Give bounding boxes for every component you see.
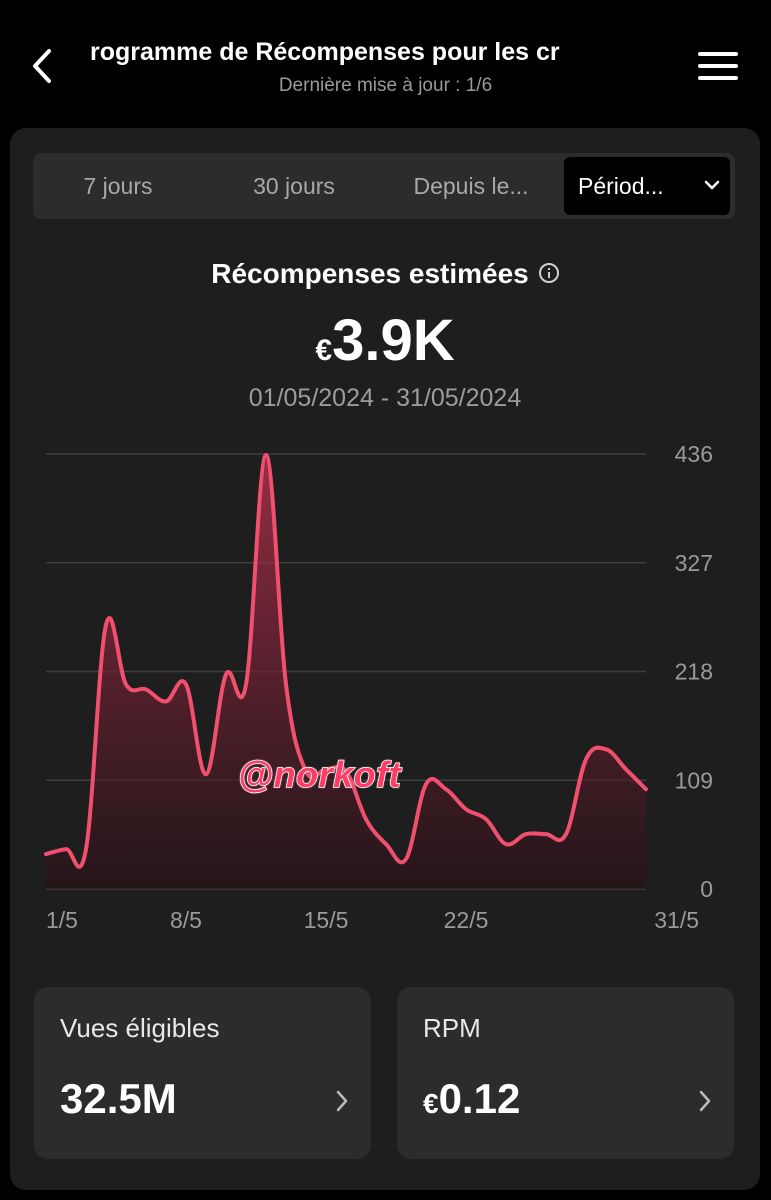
estimated-amount: €3.9K bbox=[10, 308, 760, 389]
chevron-right-icon bbox=[336, 1090, 348, 1112]
x-tick-label: 1/5 bbox=[46, 907, 78, 933]
tab-period-dropdown[interactable]: Périod... bbox=[564, 157, 730, 215]
menu-button[interactable] bbox=[694, 46, 742, 86]
estimated-rewards-title: Récompenses estimées bbox=[211, 258, 529, 289]
rewards-card: 7 jours 30 jours Depuis le... Périod... … bbox=[10, 128, 760, 1190]
tab-since[interactable]: Depuis le... bbox=[385, 153, 557, 219]
y-tick-label: 109 bbox=[675, 767, 713, 793]
period-tabs: 7 jours 30 jours Depuis le... Périod... bbox=[33, 153, 735, 219]
x-tick-label: 15/5 bbox=[304, 907, 349, 933]
y-tick-label: 327 bbox=[675, 550, 713, 576]
x-tick-label: 31/5 bbox=[654, 907, 699, 933]
menu-icon bbox=[698, 52, 738, 56]
page-title: rogramme de Récompenses pour les cr bbox=[90, 38, 560, 66]
top-bar: rogramme de Récompenses pour les cr Dern… bbox=[0, 0, 771, 115]
date-range: 01/05/2024 - 31/05/2024 bbox=[248, 384, 522, 412]
rpm-label: RPM bbox=[423, 1013, 481, 1043]
last-update-text: Dernière mise à jour : 1/6 bbox=[278, 75, 493, 96]
rpm-card[interactable]: RPM €0.12 bbox=[397, 987, 734, 1159]
info-icon[interactable] bbox=[538, 262, 559, 283]
y-tick-label: 218 bbox=[675, 659, 713, 685]
amount-currency: € bbox=[315, 334, 333, 367]
tab-period-label: Périod... bbox=[578, 173, 664, 199]
amount-value: 3.9K bbox=[332, 308, 455, 373]
rewards-chart: 436 327 218 109 0 1/5 8/5 15/5 22/5 31/5 bbox=[44, 441, 713, 933]
chevron-down-icon bbox=[704, 180, 720, 190]
x-tick-label: 22/5 bbox=[444, 907, 489, 933]
y-tick-label: 0 bbox=[700, 876, 713, 902]
y-tick-label: 436 bbox=[675, 441, 713, 467]
x-tick-label: 8/5 bbox=[170, 907, 202, 933]
chevron-right-icon bbox=[699, 1090, 711, 1112]
rpm-value: €0.12 bbox=[423, 1075, 521, 1122]
eligible-views-value: 32.5M bbox=[60, 1075, 177, 1122]
estimated-rewards-heading: Récompenses estimées bbox=[10, 256, 760, 292]
tab-7-days[interactable]: 7 jours bbox=[33, 153, 203, 219]
eligible-views-label: Vues éligibles bbox=[60, 1013, 220, 1043]
eligible-views-card[interactable]: Vues éligibles 32.5M bbox=[34, 987, 371, 1159]
tab-30-days[interactable]: 30 jours bbox=[208, 153, 380, 219]
watermark-text: @norkoft bbox=[237, 753, 402, 796]
